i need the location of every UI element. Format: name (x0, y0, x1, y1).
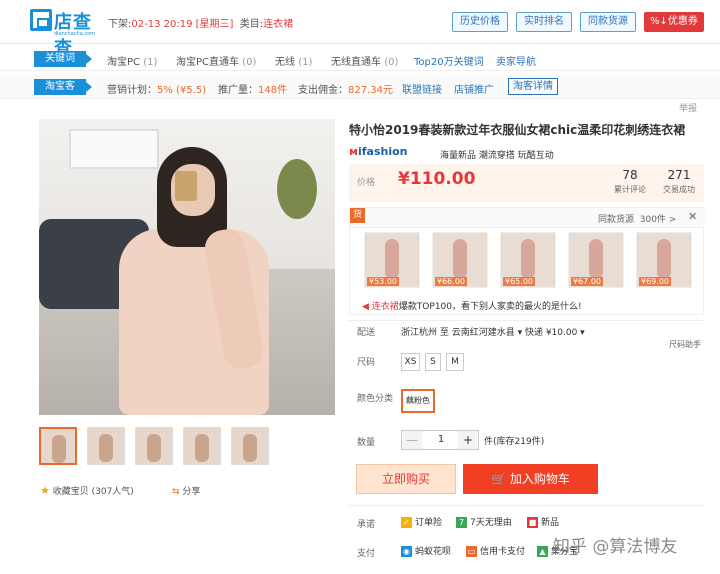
taoke-detail-button[interactable]: 淘客详情 (508, 78, 558, 95)
qty-label: 数量 (357, 438, 376, 448)
report-link[interactable]: 举报 (679, 101, 697, 114)
alliance-link[interactable]: 联盟链接 (402, 81, 442, 96)
favorite-button[interactable]: ★ 收藏宝贝 (307人气) (40, 484, 134, 497)
source-badge: 货 (350, 208, 365, 223)
qty-input[interactable]: 1 (423, 431, 459, 449)
megaphone-icon: ◀ (362, 302, 369, 312)
delist-time: 02-13 20:19 [星期三] (131, 19, 234, 30)
seven-day-icon: 7 (456, 517, 467, 528)
thumbnail-strip (39, 427, 269, 467)
size-option[interactable]: XS (401, 353, 420, 371)
stock-text: 件(库存219件) (484, 437, 545, 447)
thumbnail[interactable] (231, 427, 269, 465)
price-history-button[interactable]: 历史价格 (452, 12, 508, 32)
size-label: 尺码 (357, 358, 376, 368)
brand-tags: 海量新品 潮流穿搭 玩酷互动 (440, 151, 554, 161)
color-label: 颜色分类 (357, 394, 394, 404)
qty-minus-button[interactable]: — (402, 431, 422, 449)
promise-label: 承诺 (357, 520, 376, 530)
add-to-cart-button[interactable]: 🛒 加入购物车 (463, 464, 598, 494)
product-title: 特小怡2019春装新款过年衣服仙女裙chic温柔印花刺绣连衣裙 (349, 123, 686, 137)
thumbnail[interactable] (135, 427, 173, 465)
logo[interactable]: 店查查 dianchacha.com (30, 7, 100, 59)
hot-keyword-banner[interactable]: ◀ 连衣裙爆款TOP100，看下别人家卖的最火的是什么! (362, 299, 582, 312)
kw-taobao-pc-ztc[interactable]: 淘宝PC直通车 (0) (176, 53, 256, 68)
shipping-selector[interactable]: 浙江杭州 至 云南红河建水县 ▾ 快递 ¥10.00 ▾ (401, 325, 585, 338)
new-icon: ■ (527, 517, 538, 528)
kw-wireless[interactable]: 无线 (1) (275, 53, 312, 68)
credit-card-icon: ▭ (466, 546, 477, 557)
realtime-rank-button[interactable]: 实时排名 (516, 12, 572, 32)
similar-item[interactable]: ¥53.00 (364, 232, 420, 288)
promise-new[interactable]: ■ 新品 (527, 515, 559, 528)
payment-label: 支付 (357, 549, 376, 559)
category-value[interactable]: 连衣裙 (263, 19, 293, 30)
thumbnail[interactable] (87, 427, 125, 465)
promo-info: 推广量：148件 (218, 85, 288, 96)
keywords-row: 关键词 淘宝PC (1) 淘宝PC直通车 (0) 无线 (1) 无线直通车 (0… (0, 47, 720, 71)
taoke-row: 淘宝客 营销计划：5% (¥5.5) 推广量：148件 支出佣金：827.34元… (0, 75, 720, 99)
similar-sources-panel: 货 同款货源 300件 > ✕ ¥53.00 ¥66.00 ¥65.00 ¥67… (349, 207, 705, 315)
taoke-tag: 淘宝客 (34, 79, 92, 95)
top20w-link[interactable]: Top20万关键词 (414, 53, 484, 68)
thumbnail[interactable] (39, 427, 77, 465)
spend-info: 支出佣金：827.34元 (298, 85, 393, 96)
price-value: ¥110.00 (398, 169, 476, 189)
jifenbao-icon: ▲ (537, 546, 548, 557)
seller-nav-link[interactable]: 卖家导航 (496, 53, 536, 68)
price-box: 价格 ¥110.00 78 累计评论 271 交易成功 (349, 164, 704, 202)
kw-taobao-pc[interactable]: 淘宝PC (1) (107, 53, 157, 68)
buy-now-button[interactable]: 立即购买 (356, 464, 456, 494)
promise-7day[interactable]: 7 7天无理由 (456, 515, 512, 528)
size-guide-link[interactable]: 尺码助手 (669, 339, 701, 350)
brand-logo[interactable]: ᴍifashion (349, 145, 408, 158)
quantity-stepper: — 1 + (401, 430, 479, 450)
cart-icon: 🛒 (491, 472, 507, 486)
similar-source-link[interactable]: 同款货源 300件 > (598, 212, 676, 225)
top-bar: 店查查 dianchacha.com 下架:02-13 20:19 [星期三] … (0, 0, 720, 59)
sold-stat: 271 交易成功 (663, 168, 695, 194)
coupon-button[interactable]: %↓优惠券 (644, 12, 704, 32)
pay-huabei[interactable]: ◉ 蚂蚁花呗 (401, 544, 451, 557)
category-label: 类目: (239, 19, 264, 30)
star-icon: ★ (40, 484, 50, 497)
size-option[interactable]: M (446, 353, 464, 371)
kw-wireless-ztc[interactable]: 无线直通车 (0) (331, 53, 398, 68)
similar-item[interactable]: ¥65.00 (500, 232, 556, 288)
watermark: 知乎 @算法博友 (553, 537, 678, 557)
similar-item[interactable]: ¥67.00 (568, 232, 624, 288)
plan-info: 营销计划：5% (¥5.5) (107, 85, 207, 96)
main-product-image[interactable] (39, 119, 335, 415)
item-meta: 下架:02-13 20:19 [星期三] 类目:连衣裙 (108, 15, 293, 30)
price-label: 价格 (357, 178, 376, 188)
shop-promo-link[interactable]: 店铺推广 (454, 81, 494, 96)
delist-label: 下架: (108, 19, 132, 30)
reviews-stat[interactable]: 78 累计评论 (605, 168, 655, 195)
huabei-icon: ◉ (401, 546, 412, 557)
qty-plus-button[interactable]: + (458, 431, 478, 449)
logo-icon (30, 9, 52, 31)
similar-item[interactable]: ¥69.00 (636, 232, 692, 288)
logo-sub: dianchacha.com (54, 31, 96, 37)
close-icon[interactable]: ✕ (688, 210, 697, 223)
share-icon: ⇆ (172, 487, 180, 497)
thumbnail[interactable] (183, 427, 221, 465)
keywords-tag: 关键词 (34, 51, 92, 67)
share-button[interactable]: ⇆ 分享 (172, 484, 200, 497)
ship-label: 配送 (357, 328, 376, 338)
insurance-icon: ✓ (401, 517, 412, 528)
pay-credit-card[interactable]: ▭ 信用卡支付 (466, 544, 525, 557)
promise-insurance[interactable]: ✓ 订单险 (401, 515, 442, 528)
color-option[interactable]: 藕粉色 (401, 389, 435, 413)
same-source-button[interactable]: 同款货源 (580, 12, 636, 32)
similar-item[interactable]: ¥66.00 (432, 232, 488, 288)
size-option[interactable]: S (425, 353, 441, 371)
